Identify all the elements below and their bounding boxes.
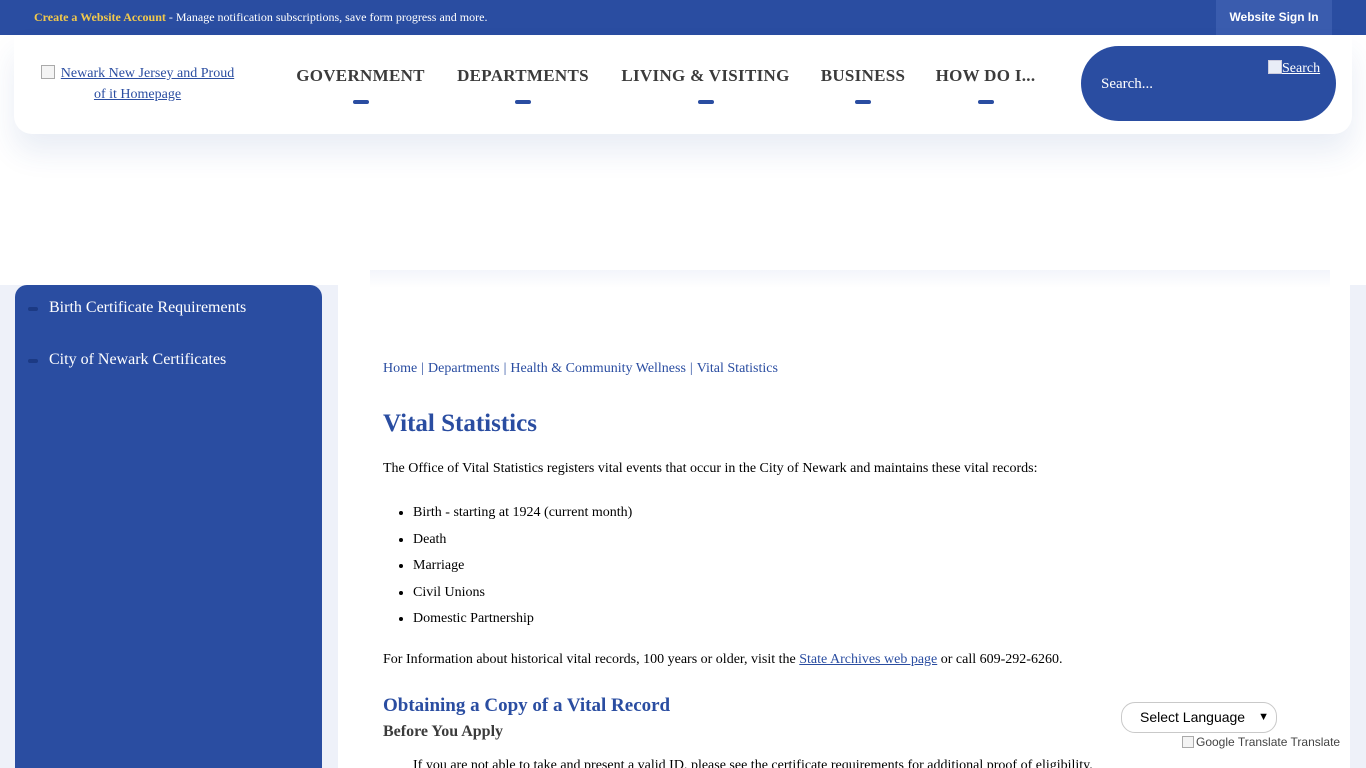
nav-indicator xyxy=(515,100,531,104)
breadcrumb-separator: | xyxy=(503,361,507,376)
search-button[interactable]: Search xyxy=(1268,60,1320,77)
breadcrumb: Home | Departments | Health & Community Well… xyxy=(383,361,778,377)
sidebar-item-city-certificates[interactable]: City of Newark Certificates xyxy=(15,343,322,383)
sidebar-bullet xyxy=(28,307,38,311)
language-select-label: Select Language xyxy=(1140,709,1246,725)
breadcrumb-separator: | xyxy=(689,361,693,376)
nav-label: BUSINESS xyxy=(820,66,906,85)
nav-indicator xyxy=(977,100,994,104)
history-text-pre: For Information about historical vital r… xyxy=(383,652,800,667)
list-item: Death xyxy=(413,530,632,557)
nav-business[interactable]: BUSINESS xyxy=(819,66,907,104)
nav-label: LIVING & VISITING xyxy=(621,66,790,85)
list-item: Birth - starting at 1924 (current month) xyxy=(413,503,632,530)
state-archives-link[interactable]: State Archives web page xyxy=(799,652,937,667)
site-search: Search xyxy=(1081,46,1336,121)
sidebar-item-birth-certificate[interactable]: Birth Certificate Requirements xyxy=(15,291,322,331)
vital-records-list: Birth - starting at 1924 (current month)… xyxy=(413,503,632,636)
google-translate-alt: Google Translate xyxy=(1196,735,1288,749)
sidebar-bullet xyxy=(28,359,38,363)
list-item: Civil Unions xyxy=(413,583,632,610)
nav-indicator xyxy=(855,100,871,104)
create-account-link[interactable]: Create a Website Account xyxy=(34,10,166,24)
translate-label: Translate xyxy=(1290,735,1341,749)
nav-label: DEPARTMENTS xyxy=(457,66,589,85)
content-divider xyxy=(370,270,1330,288)
create-account-description: - Manage notification subscriptions, sav… xyxy=(165,10,488,24)
search-input[interactable] xyxy=(1101,72,1251,96)
account-banner: Create a Website Account - Manage notifi… xyxy=(34,10,487,25)
nav-label: HOW DO I... xyxy=(935,66,1036,85)
content-right-border xyxy=(1350,285,1366,768)
subsection-heading: Before You Apply xyxy=(383,723,504,740)
partially-visible-list-item: If you are not able to take and present … xyxy=(413,758,1293,768)
list-item: Domestic Partnership xyxy=(413,609,632,636)
nav-indicator xyxy=(352,100,369,104)
logo-alt-line2: of it Homepage xyxy=(93,87,182,102)
search-button-alt: Search xyxy=(1282,61,1321,76)
sidebar-item-label: Birth Certificate Requirements xyxy=(49,299,247,316)
website-sign-in-button[interactable]: Website Sign In xyxy=(1216,0,1332,35)
breadcrumb-home[interactable]: Home xyxy=(383,361,417,376)
logo-home-link[interactable]: Newark New Jersey and Proud of it Homepag… xyxy=(40,65,235,102)
chevron-down-icon: ▼ xyxy=(1258,711,1269,723)
page-title: Vital Statistics xyxy=(383,410,537,437)
top-utility-bar: Create a Website Account - Manage notifi… xyxy=(0,0,1366,35)
site-logo[interactable]: Newark New Jersey and Proud of it Homepag… xyxy=(30,63,245,105)
logo-alt-line1: Newark New Jersey and Proud xyxy=(60,66,235,81)
section-heading: Obtaining a Copy of a Vital Record xyxy=(383,695,671,716)
nav-how-do-i[interactable]: HOW DO I... xyxy=(934,66,1037,104)
history-text-post: or call 609-292-6260. xyxy=(937,652,1063,667)
breadcrumb-health[interactable]: Health & Community Wellness xyxy=(510,361,686,376)
broken-image-icon xyxy=(40,65,55,79)
nav-government[interactable]: GOVERNMENT xyxy=(294,66,427,104)
nav-label: GOVERNMENT xyxy=(296,66,425,85)
breadcrumb-separator: | xyxy=(421,361,425,376)
sidebar-item-label: City of Newark Certificates xyxy=(49,351,227,368)
search-icon xyxy=(1268,60,1282,74)
language-select[interactable]: Select Language ▼ xyxy=(1121,702,1277,733)
historical-records-paragraph: For Information about historical vital r… xyxy=(383,652,1062,668)
google-translate-branding: Google Translate Translate xyxy=(1182,735,1340,749)
google-logo-icon xyxy=(1182,736,1194,748)
sidebar-navigation: Birth Certificate Requirements City of N… xyxy=(15,285,322,768)
nav-living-visiting[interactable]: LIVING & VISITING xyxy=(619,66,792,104)
nav-departments[interactable]: DEPARTMENTS xyxy=(455,66,591,104)
nav-indicator xyxy=(697,100,714,104)
intro-paragraph: The Office of Vital Statistics registers… xyxy=(383,461,1038,476)
breadcrumb-current: Vital Statistics xyxy=(696,361,778,376)
breadcrumb-departments[interactable]: Departments xyxy=(428,361,500,376)
list-item: Marriage xyxy=(413,556,632,583)
cutoff-text: If you are not able to take and present … xyxy=(413,758,1093,768)
